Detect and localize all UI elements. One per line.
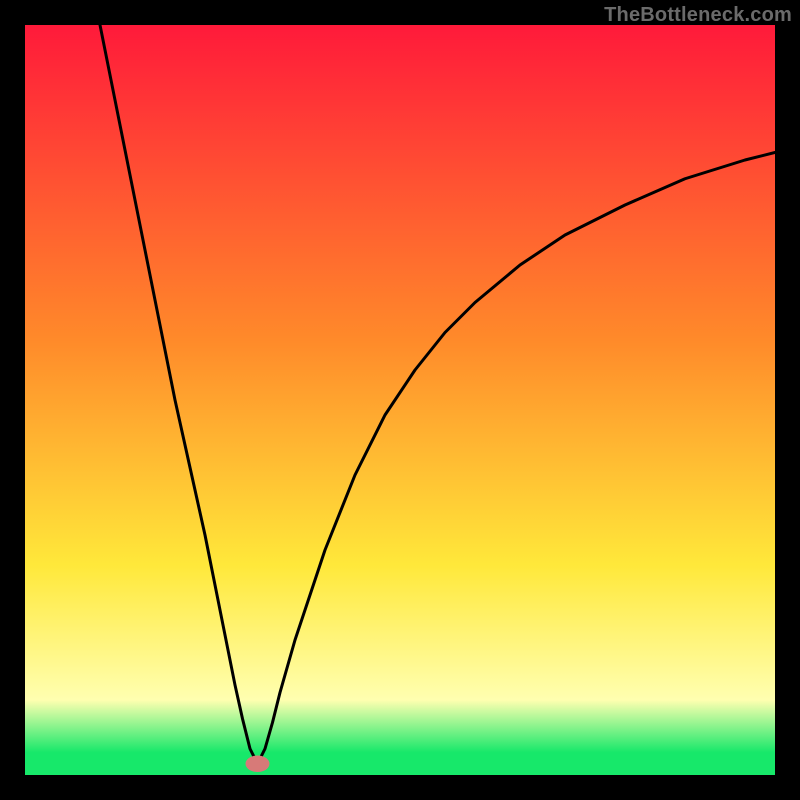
chart-svg [25,25,775,775]
attribution-text: TheBottleneck.com [604,4,792,27]
plot-area [25,25,775,775]
chart-frame: TheBottleneck.com [0,0,800,800]
gradient-background [25,25,775,775]
minimum-marker [246,756,270,773]
